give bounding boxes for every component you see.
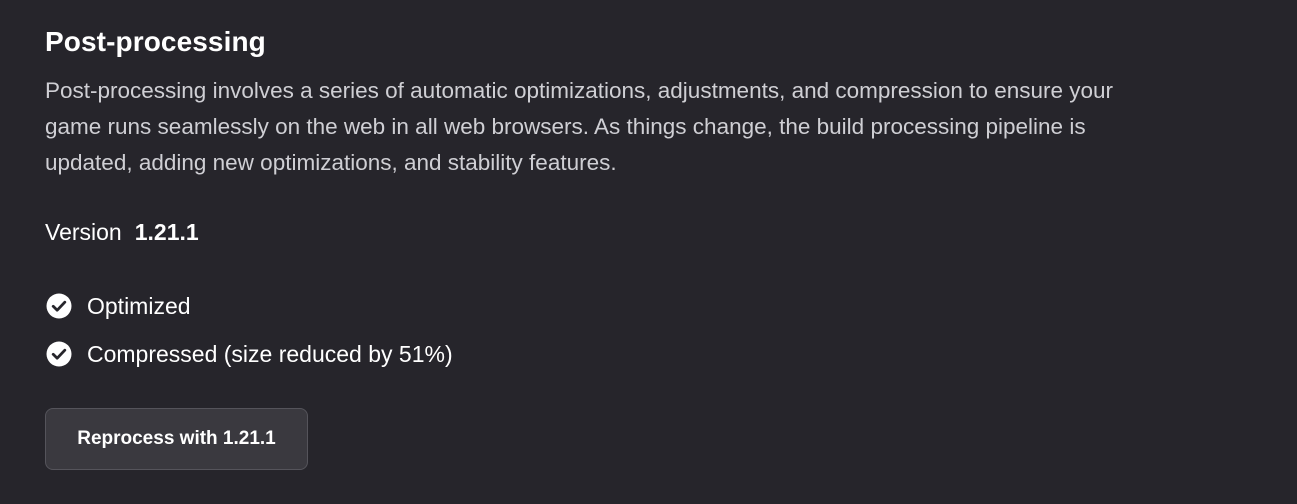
reprocess-button[interactable]: Reprocess with 1.21.1 — [45, 408, 308, 470]
status-label: Compressed (size reduced by 51%) — [87, 340, 453, 367]
version-row: Version 1.21.1 — [45, 219, 199, 246]
check-circle-icon — [45, 340, 73, 368]
section-title: Post-processing — [45, 26, 266, 57]
post-processing-panel: Post-processing Post-processing involves… — [0, 0, 1297, 504]
status-item-optimized: Optimized — [45, 290, 453, 322]
status-item-compressed: Compressed (size reduced by 51%) — [45, 338, 453, 370]
version-value: 1.21.1 — [134, 219, 199, 245]
section-description: Post-processing involves a series of aut… — [45, 78, 1114, 175]
status-label: Optimized — [87, 292, 191, 319]
status-list: Optimized Compressed (size reduced by 51… — [45, 290, 453, 386]
check-circle-icon — [45, 292, 73, 320]
version-label: Version — [45, 219, 122, 245]
